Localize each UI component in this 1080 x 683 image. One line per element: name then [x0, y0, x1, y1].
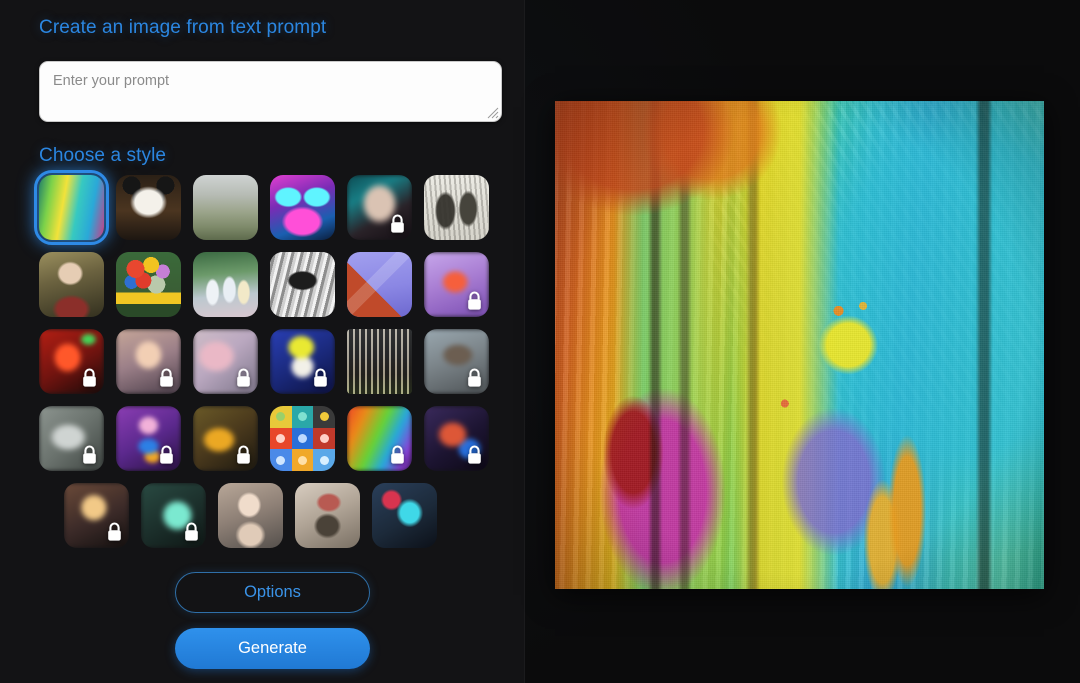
page-title: Create an image from text prompt	[39, 17, 327, 38]
style-tile-teal-mist-portrait[interactable]	[141, 483, 206, 548]
style-tile-grey-texture[interactable]	[39, 406, 104, 471]
style-thumbnail	[347, 406, 412, 471]
style-thumbnail	[64, 483, 129, 548]
preview-artwork	[555, 101, 1044, 589]
style-tile-vintage-engraving[interactable]	[424, 175, 489, 240]
style-thumbnail	[372, 483, 437, 548]
style-thumbnail	[193, 175, 258, 240]
style-thumbnail	[424, 329, 489, 394]
style-tile-floral-bouquet[interactable]	[116, 252, 181, 317]
style-tile-pale-cg-woman[interactable]	[218, 483, 283, 548]
style-tile-golden-haze-portrait[interactable]	[64, 483, 129, 548]
style-row	[0, 406, 525, 471]
app-root: Create an image from text prompt Choose …	[0, 0, 1080, 683]
style-tile-red-glow-portrait[interactable]	[39, 329, 104, 394]
style-tile-amber-abstract[interactable]	[193, 406, 258, 471]
style-thumbnail	[193, 252, 258, 317]
style-tile-modern-architecture[interactable]	[347, 329, 412, 394]
generate-button[interactable]: Generate	[175, 628, 370, 669]
style-thumbnail	[193, 406, 258, 471]
style-thumbnail	[218, 483, 283, 548]
style-tile-misty-landscape[interactable]	[193, 175, 258, 240]
style-thumbnail	[424, 252, 489, 317]
style-tile-isometric-3d[interactable]	[347, 252, 412, 317]
style-thumbnail	[39, 175, 104, 240]
style-tile-dark-color-burst[interactable]	[424, 406, 489, 471]
style-thumbnail	[347, 252, 412, 317]
style-section-title: Choose a style	[39, 145, 167, 166]
style-tile-dark-portrait[interactable]	[347, 175, 412, 240]
style-tile-pastel-blur[interactable]	[193, 329, 258, 394]
style-tile-neon-jewel-portrait[interactable]	[116, 406, 181, 471]
style-tile-pop-art-face[interactable]	[270, 329, 335, 394]
style-tile-muted-still-life[interactable]	[424, 329, 489, 394]
prompt-field-wrapper	[39, 61, 502, 122]
style-tile-ballet-impressionist[interactable]	[193, 252, 258, 317]
style-thumbnail	[270, 406, 335, 471]
style-row	[0, 252, 525, 317]
style-thumbnail	[270, 175, 335, 240]
prompt-input[interactable]	[39, 61, 502, 122]
style-tile-neon-robot[interactable]	[270, 175, 335, 240]
style-row	[0, 170, 525, 245]
style-thumbnail	[116, 329, 181, 394]
style-tile-metallic-cup[interactable]	[270, 252, 335, 317]
style-tile-renaissance-portrait[interactable]	[39, 252, 104, 317]
style-thumbnail	[270, 252, 335, 317]
style-row	[0, 329, 525, 394]
options-button[interactable]: Options	[175, 572, 370, 613]
control-panel: Create an image from text prompt Choose …	[0, 0, 525, 683]
style-thumbnail	[141, 483, 206, 548]
style-thumbnail	[270, 329, 335, 394]
style-thumbnail	[116, 175, 181, 240]
style-thumbnail	[347, 329, 412, 394]
style-thumbnail	[347, 175, 412, 240]
style-thumbnail	[193, 329, 258, 394]
style-thumbnail	[424, 175, 489, 240]
generated-image-preview[interactable]	[555, 101, 1044, 589]
style-tile-painter-figure[interactable]	[295, 483, 360, 548]
style-thumbnail	[424, 406, 489, 471]
style-thumbnail	[39, 252, 104, 317]
style-thumbnail	[39, 329, 104, 394]
style-thumbnail	[39, 406, 104, 471]
style-thumbnail	[116, 252, 181, 317]
style-tile-soft-woman-portrait[interactable]	[116, 329, 181, 394]
style-thumbnail	[295, 483, 360, 548]
style-tile-pink-fox[interactable]	[424, 252, 489, 317]
style-grid	[0, 170, 525, 550]
style-tile-rainbow-swirl[interactable]	[347, 406, 412, 471]
style-tile-abstract-vivid[interactable]	[34, 170, 109, 245]
style-row	[0, 483, 525, 548]
style-tile-icon-set-grid[interactable]	[270, 406, 335, 471]
style-tile-cyan-red-man[interactable]	[372, 483, 437, 548]
style-tile-panda-photo[interactable]	[116, 175, 181, 240]
style-thumbnail	[116, 406, 181, 471]
